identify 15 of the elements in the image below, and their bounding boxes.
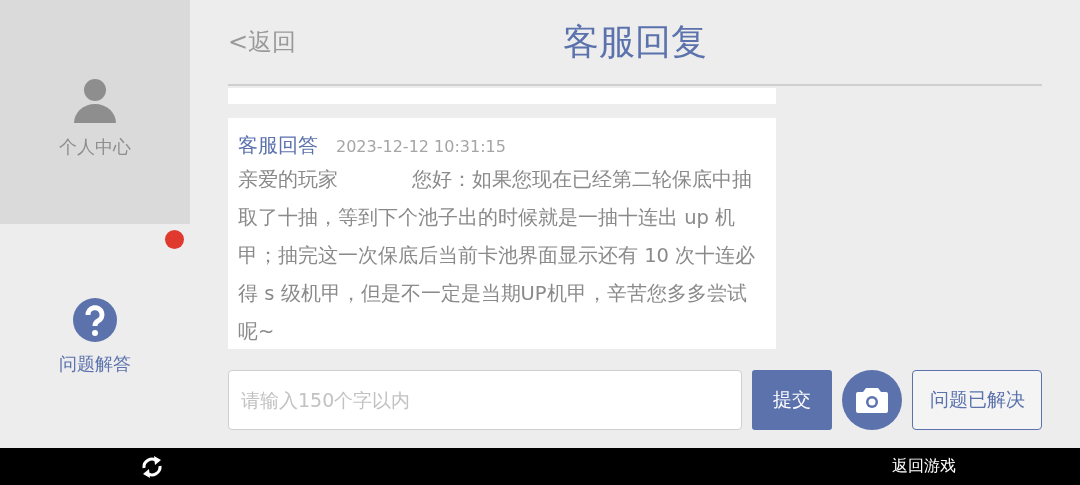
refresh-icon[interactable] [140, 453, 164, 480]
back-link[interactable]: <返回 [228, 26, 388, 58]
message-author: 客服回答 [238, 132, 318, 159]
message-time: 2023-12-12 10:31:15 [336, 137, 506, 156]
sidebar-item[interactable]: 个人中心 [0, 0, 190, 224]
help-icon [73, 298, 117, 342]
page-title: 客服回复 [562, 19, 708, 64]
sidebar-item[interactable]: 问题解答 [0, 224, 190, 448]
message-input-field[interactable]: 请输入150个字以内 [228, 370, 743, 430]
back-to-game-link[interactable]: 返回游戏 [892, 456, 956, 477]
problem-solved-button[interactable]: 问题已解决 [912, 370, 1042, 430]
submit-button[interactable]: 提交 [752, 370, 833, 430]
message-text: 亲爱的玩家 您好：如果您现在已经第二轮保底中抽取了十抽，等到下个池子出的时候就是一抽十连出 up 机甲；抽完这一次保底后当前卡池界面显示还有 10 次十连必得 s 级机甲，但是不一定是当期UP机甲，辛苦您多多尝试呢~ [238, 167, 757, 345]
camera-icon [855, 386, 890, 414]
person-icon [72, 77, 118, 123]
